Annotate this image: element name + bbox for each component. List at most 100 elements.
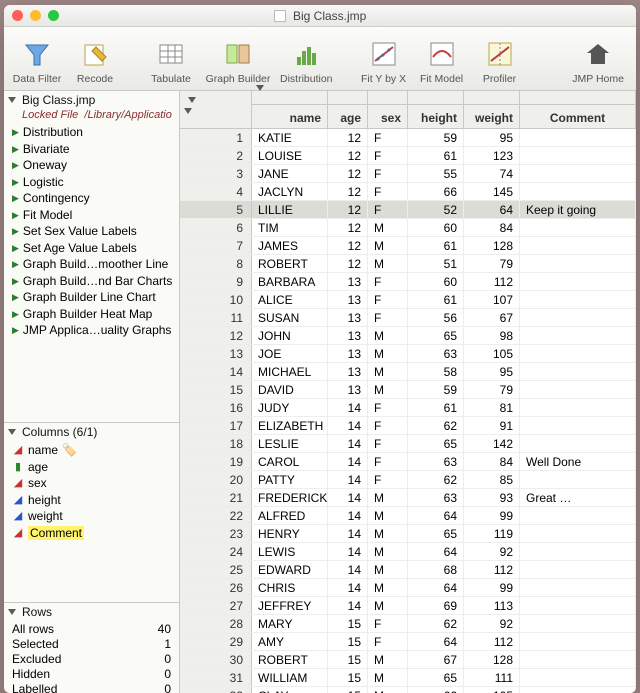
cell-age[interactable]: 15 [328,669,368,686]
cell-name[interactable]: MARY [252,615,328,632]
cell-weight[interactable]: 92 [464,543,520,560]
cell-weight[interactable]: 67 [464,309,520,326]
column-item[interactable]: ◢sex [6,475,177,492]
cell-height[interactable]: 63 [408,453,464,470]
table-row[interactable]: 23HENRY14M65119 [180,525,636,543]
grid-corner-menu-1[interactable] [188,97,196,103]
script-item[interactable]: ▶Graph Build…nd Bar Charts [6,273,177,290]
cell-sex[interactable]: M [368,327,408,344]
cell-sex[interactable]: F [368,417,408,434]
cell-name[interactable]: ELIZABETH [252,417,328,434]
row-number[interactable]: 12 [180,327,252,344]
cell-sex[interactable]: M [368,687,408,693]
cell-height[interactable]: 62 [408,471,464,488]
cell-sex[interactable]: M [368,651,408,668]
cell-age[interactable]: 14 [328,597,368,614]
cell-weight[interactable]: 112 [464,273,520,290]
row-number[interactable]: 13 [180,345,252,362]
cell-sex[interactable]: M [368,543,408,560]
table-panel-disclosure[interactable] [8,97,16,103]
table-row[interactable]: 2LOUISE12F61123 [180,147,636,165]
table-row[interactable]: 9BARBARA13F60112 [180,273,636,291]
row-number[interactable]: 25 [180,561,252,578]
row-number[interactable]: 9 [180,273,252,290]
cell-weight[interactable]: 113 [464,597,520,614]
table-row[interactable]: 5LILLIE12F5264Keep it going [180,201,636,219]
row-number[interactable]: 7 [180,237,252,254]
cell-age[interactable]: 12 [328,237,368,254]
table-row[interactable]: 13JOE13M63105 [180,345,636,363]
cell-sex[interactable]: M [368,561,408,578]
cell-sex[interactable]: F [368,453,408,470]
cell-sex[interactable]: M [368,363,408,380]
cell-comment[interactable] [520,363,636,380]
cell-name[interactable]: JEFFREY [252,597,328,614]
table-row[interactable]: 32CLAY15M66105 [180,687,636,693]
cell-age[interactable]: 15 [328,633,368,650]
cell-age[interactable]: 14 [328,525,368,542]
toolbar-profiler[interactable]: Profiler [473,35,527,87]
column-item[interactable]: ◢name 🏷️ [6,442,177,459]
cell-comment[interactable] [520,633,636,650]
row-number[interactable]: 4 [180,183,252,200]
cell-comment[interactable] [520,435,636,452]
cell-comment[interactable] [520,309,636,326]
cell-weight[interactable]: 112 [464,561,520,578]
cell-age[interactable]: 12 [328,255,368,272]
row-number[interactable]: 26 [180,579,252,596]
cell-height[interactable]: 65 [408,435,464,452]
cell-comment[interactable] [520,273,636,290]
cell-weight[interactable]: 105 [464,345,520,362]
toolbar-recode[interactable]: Recode [68,35,122,87]
cell-comment[interactable] [520,183,636,200]
cell-age[interactable]: 13 [328,327,368,344]
cell-name[interactable]: WILLIAM [252,669,328,686]
window-zoom-button[interactable] [48,10,59,21]
cell-age[interactable]: 13 [328,345,368,362]
cell-sex[interactable]: F [368,165,408,182]
cell-weight[interactable]: 98 [464,327,520,344]
cell-name[interactable]: PATTY [252,471,328,488]
table-row[interactable]: 3JANE12F5574 [180,165,636,183]
cell-name[interactable]: SUSAN [252,309,328,326]
table-row[interactable]: 27JEFFREY14M69113 [180,597,636,615]
column-item[interactable]: ▮age [6,459,177,476]
table-row[interactable]: 10ALICE13F61107 [180,291,636,309]
cell-age[interactable]: 12 [328,129,368,146]
cell-weight[interactable]: 64 [464,201,520,218]
cell-name[interactable]: ALICE [252,291,328,308]
cell-height[interactable]: 62 [408,615,464,632]
row-number[interactable]: 24 [180,543,252,560]
cell-comment[interactable] [520,417,636,434]
cell-sex[interactable]: F [368,471,408,488]
window-minimize-button[interactable] [30,10,41,21]
cell-weight[interactable]: 99 [464,507,520,524]
cell-weight[interactable]: 93 [464,489,520,506]
cell-height[interactable]: 65 [408,327,464,344]
cell-name[interactable]: MICHAEL [252,363,328,380]
cell-height[interactable]: 58 [408,363,464,380]
cell-sex[interactable]: F [368,309,408,326]
cell-age[interactable]: 13 [328,291,368,308]
table-row[interactable]: 4JACLYN12F66145 [180,183,636,201]
columns-menu-disclosure[interactable] [256,85,264,105]
table-row[interactable]: 31WILLIAM15M65111 [180,669,636,687]
cell-sex[interactable]: F [368,129,408,146]
cell-age[interactable]: 12 [328,183,368,200]
cell-weight[interactable]: 145 [464,183,520,200]
cell-name[interactable]: KATIE [252,129,328,146]
cell-age[interactable]: 12 [328,147,368,164]
cell-weight[interactable]: 119 [464,525,520,542]
cell-height[interactable]: 61 [408,237,464,254]
row-number[interactable]: 19 [180,453,252,470]
cell-comment[interactable] [520,165,636,182]
window-close-button[interactable] [12,10,23,21]
cell-comment[interactable] [520,237,636,254]
row-number[interactable]: 6 [180,219,252,236]
table-row[interactable]: 6TIM12M6084 [180,219,636,237]
cell-height[interactable]: 64 [408,633,464,650]
table-row[interactable]: 14MICHAEL13M5895 [180,363,636,381]
cell-comment[interactable] [520,471,636,488]
toolbar-fit-y-by-x[interactable]: Fit Y by X [357,35,411,87]
cell-comment[interactable] [520,525,636,542]
